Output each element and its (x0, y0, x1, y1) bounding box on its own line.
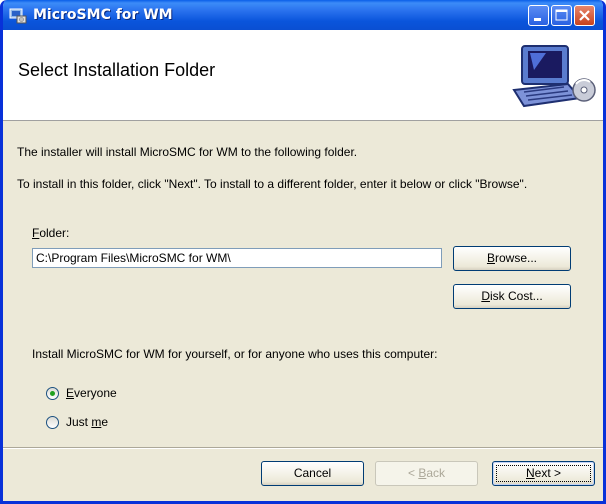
installer-window: MicroSMC for WM Select Installation Fold… (0, 0, 606, 504)
install-for-question: Install MicroSMC for WM for yourself, or… (32, 347, 438, 361)
close-button[interactable] (574, 5, 595, 26)
folder-label: Folder: (32, 226, 70, 240)
just-me-radio[interactable] (46, 416, 59, 429)
page-title: Select Installation Folder (18, 60, 216, 80)
maximize-button[interactable] (551, 5, 572, 26)
everyone-label[interactable]: Everyone (66, 386, 117, 400)
close-icon (579, 10, 590, 21)
instructions-text: To install in this folder, click "Next".… (17, 177, 528, 191)
intro-text: The installer will install MicroSMC for … (17, 145, 358, 159)
title-bar[interactable]: MicroSMC for WM (3, 0, 603, 30)
radio-selected-dot (50, 391, 55, 396)
everyone-radio[interactable] (46, 387, 59, 400)
window-title: MicroSMC for WM (33, 7, 173, 23)
minimize-icon (534, 18, 541, 21)
header-panel: Select Installation Folder (3, 30, 603, 121)
browse-button[interactable]: Browse... (453, 246, 571, 271)
footer-separator (3, 447, 603, 449)
cancel-button[interactable]: Cancel (261, 461, 364, 486)
disk-cost-button[interactable]: Disk Cost... (453, 284, 571, 309)
next-button[interactable]: Next > (492, 461, 595, 486)
focus-rectangle (496, 465, 591, 482)
back-button[interactable]: < Back (375, 461, 478, 486)
just-me-label[interactable]: Just me (66, 415, 108, 429)
installer-icon (9, 8, 27, 24)
folder-path-input[interactable]: C:\Program Files\MicroSMC for WM\ (32, 248, 442, 268)
minimize-button[interactable] (528, 5, 549, 26)
computer-disk-icon (512, 45, 596, 108)
maximize-icon (555, 9, 568, 21)
